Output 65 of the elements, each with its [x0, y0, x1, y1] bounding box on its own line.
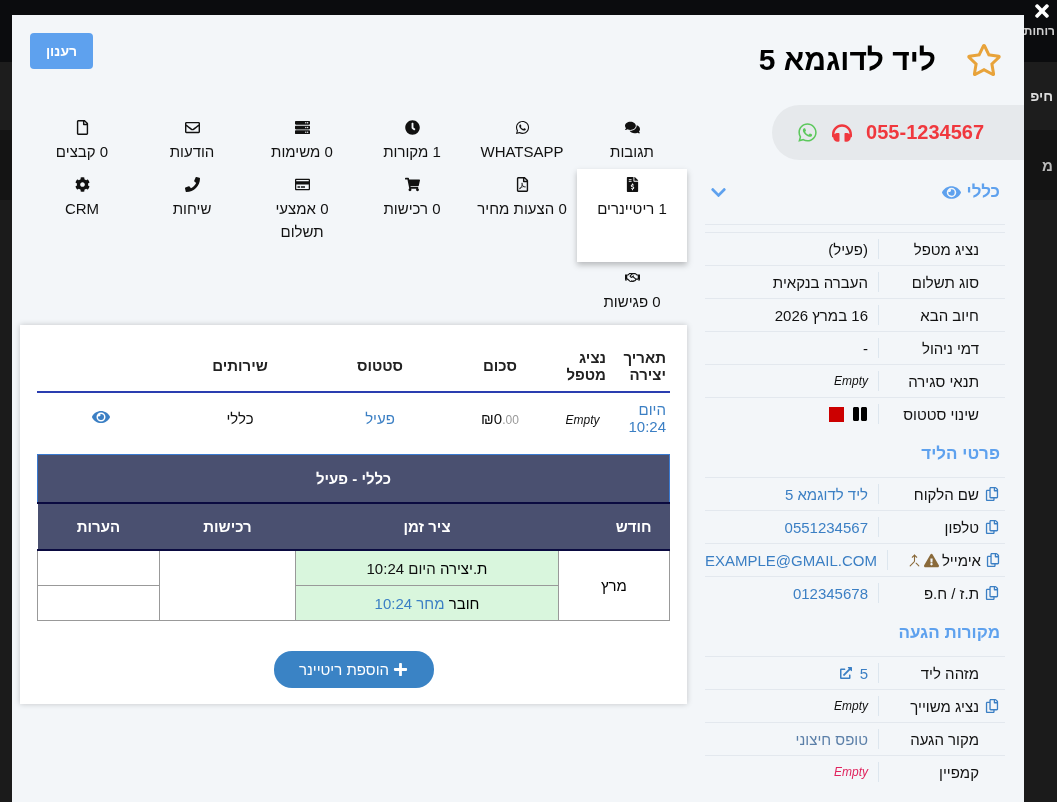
field-value: Empty	[834, 374, 868, 388]
section-title: פרטי הליד	[921, 443, 1000, 464]
tab[interactable]: 0 קבצים	[27, 112, 137, 169]
field-label: נציג מטפל	[913, 240, 979, 258]
field-value[interactable]: 012345678	[792, 584, 868, 602]
tab[interactable]: 1 מקורות	[357, 112, 467, 169]
tab[interactable]: 0 אמצעי תשלום	[247, 169, 357, 262]
menu-item[interactable]: רוחות	[1023, 24, 1055, 38]
field-label: אימייל	[941, 551, 981, 569]
column-header: סטטוס	[356, 357, 404, 374]
field-label: קמפיין	[939, 763, 979, 781]
column-heading: מ	[1042, 156, 1053, 174]
field-label: ת.ז / ח.פ	[923, 584, 979, 602]
field-label: נציג משוייך	[910, 697, 979, 715]
field-label: מזהה ליד	[920, 664, 979, 682]
timeline-cell: ת.יצירה היום 10:24	[295, 550, 559, 586]
month-cell: מרץ	[558, 550, 670, 621]
field-label: חיוב הבא	[920, 306, 979, 324]
field-value: טופס חיצוני	[795, 730, 868, 748]
column-header: הערות	[37, 503, 160, 550]
section-title: מקורות הגעה	[898, 622, 1000, 643]
field-value: העברה בנקאית	[772, 273, 868, 291]
field-value: (פעיל)	[828, 240, 868, 258]
tab[interactable]: תגובות	[577, 112, 687, 169]
column-header: ציר זמן	[295, 503, 559, 550]
field-label: תנאי סגירה	[908, 372, 979, 390]
field-value[interactable]: 5	[859, 664, 868, 682]
column-header: סכום	[483, 357, 517, 374]
add-retainer-button[interactable]: הוספת ריטיינר	[273, 651, 434, 688]
tab[interactable]: 0 פגישות	[577, 262, 687, 318]
tab[interactable]: WHATSAPP	[467, 112, 577, 169]
field-label: שינוי סטטוס	[903, 405, 979, 423]
field-value[interactable]: 0551234567	[784, 518, 868, 536]
tab[interactable]: 0 רכישות	[357, 169, 467, 262]
field-value: 16 במרץ 2026	[774, 306, 868, 324]
column-header: נציג מטפל	[566, 348, 606, 383]
column-header: תאריך יצירה	[623, 348, 666, 383]
tab[interactable]: CRM	[27, 169, 137, 262]
created-date-link[interactable]: היום 10:24	[614, 401, 666, 435]
tab[interactable]: שיחות	[137, 169, 247, 262]
tab[interactable]: 0 הצעות מחיר	[467, 169, 577, 262]
lead-title: ליד לדוגמא 5	[757, 43, 936, 77]
field-value[interactable]: EXAMPLE@GMAIL.COM	[705, 551, 877, 569]
field-label: דמי ניהול	[921, 339, 979, 357]
column-header: חודש	[558, 503, 670, 550]
field-value: Empty	[834, 765, 868, 779]
table-cell: Empty	[565, 412, 600, 427]
search-label: חיפ	[1030, 88, 1053, 104]
timeline-cell: חובר מחר 10:24	[295, 585, 559, 621]
field-value: Empty	[834, 699, 868, 713]
field-value[interactable]: ליד לדוגמא 5	[784, 485, 868, 503]
field-value: -	[863, 339, 868, 357]
tab[interactable]: הודעות	[137, 112, 247, 169]
table-cell: כללי	[226, 409, 254, 427]
status-link[interactable]: פעיל	[365, 409, 395, 427]
field-label: מקור הגעה	[910, 730, 979, 748]
amount: ₪0.00	[481, 409, 519, 427]
tab[interactable]: 0 משימות	[247, 112, 357, 169]
column-header: שירותים	[212, 357, 268, 374]
plan-title: כללי - פעיל	[37, 454, 670, 503]
field-label: טלפון	[944, 518, 979, 536]
field-label: סוג תשלום	[911, 273, 979, 291]
field-label: שם הלקוח	[913, 485, 979, 503]
column-header: רכישות	[159, 503, 296, 550]
tab[interactable]: 1 ריטיינרים	[577, 169, 687, 262]
